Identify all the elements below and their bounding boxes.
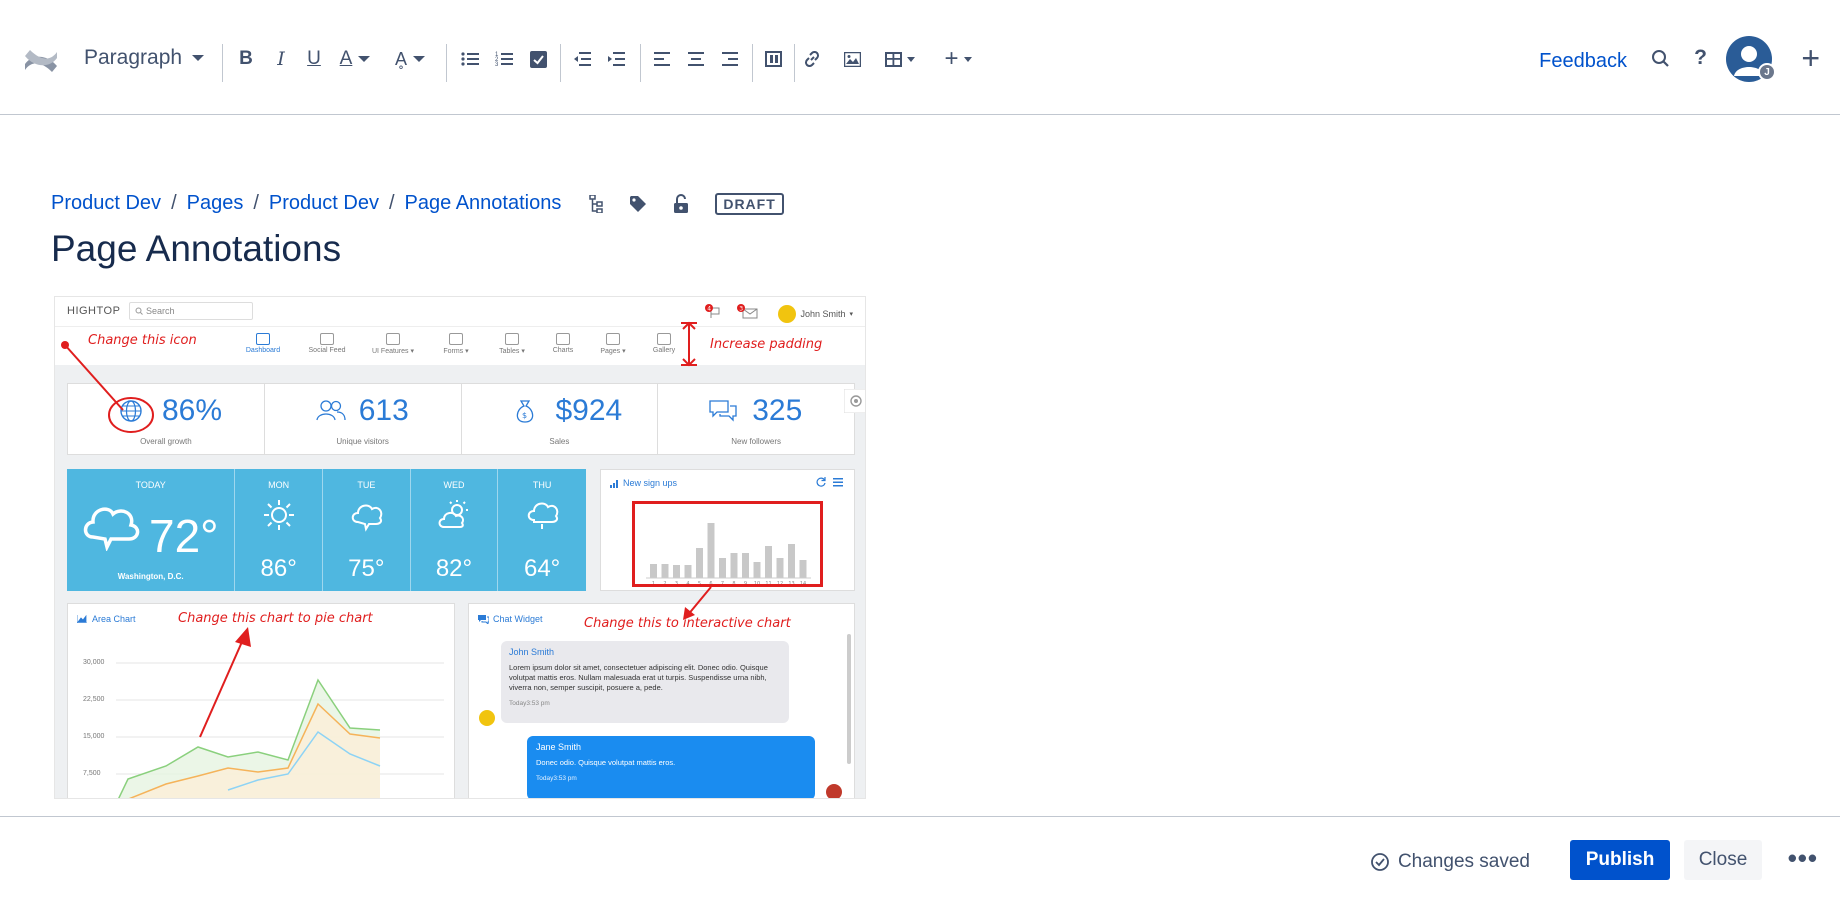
padding-arrow (681, 321, 697, 367)
align-right-icon (722, 52, 738, 66)
breadcrumb-separator: / (388, 192, 395, 214)
indent-icon (608, 52, 625, 66)
close-button[interactable]: Close (1684, 840, 1762, 880)
table-button[interactable] (882, 44, 918, 74)
check-circle-icon (1371, 853, 1389, 871)
annotation-text: Change this chart to pie chart (178, 611, 373, 626)
unlock-icon[interactable] (673, 193, 689, 214)
indent-button[interactable] (604, 44, 628, 74)
annotation-arrow-line (199, 634, 246, 738)
feedback-link[interactable]: Feedback (1539, 50, 1627, 73)
search-icon[interactable] (1651, 49, 1670, 68)
chevron-down-icon (907, 56, 915, 62)
layouts-button[interactable] (760, 44, 786, 74)
numbered-list-button[interactable]: 123 (492, 44, 516, 74)
annotation-layer (61, 321, 712, 738)
toolbar-divider (794, 44, 795, 82)
chevron-down-icon (963, 56, 972, 62)
underline-button[interactable]: U (304, 44, 324, 74)
align-center-button[interactable] (684, 44, 708, 74)
annotation-circle (108, 397, 154, 433)
align-center-icon (688, 52, 704, 66)
italic-button[interactable]: I (271, 44, 291, 74)
plus-icon: + (944, 45, 959, 72)
breadcrumb-item[interactable]: Product Dev (51, 192, 161, 215)
layout-icon (764, 51, 782, 67)
breadcrumb-item[interactable]: Page Annotations (405, 192, 562, 215)
paragraph-style-label: Paragraph (84, 46, 183, 69)
annotation-text: Increase padding (710, 337, 823, 352)
save-status-text: Changes saved (1397, 851, 1530, 872)
checkbox-icon (529, 50, 547, 68)
save-status: Changes saved (1370, 851, 1530, 873)
table-icon (885, 51, 902, 67)
chevron-down-icon (192, 55, 205, 61)
more-formatting-button[interactable]: Ḁ (390, 44, 430, 74)
numbered-list-icon: 123 (495, 52, 513, 67)
page-tree-icon[interactable] (589, 194, 604, 213)
more-options-icon[interactable]: ••• (1788, 843, 1818, 874)
insert-more-button[interactable]: + (940, 44, 976, 74)
help-button[interactable]: ? (1694, 46, 1707, 70)
align-left-button[interactable] (650, 44, 674, 74)
publish-button[interactable]: Publish (1570, 840, 1670, 880)
toolbar-divider (640, 44, 641, 82)
confluence-logo-icon[interactable] (22, 42, 60, 80)
breadcrumb-separator: / (253, 192, 259, 214)
toolbar-divider (222, 44, 223, 82)
editor-toolbar: Paragraph B I U A Ḁ 123 + Feedback ? J … (0, 0, 1840, 115)
chevron-down-icon (358, 56, 371, 62)
toolbar-divider (446, 44, 447, 82)
breadcrumb-item[interactable]: Pages (187, 192, 244, 215)
chevron-down-icon (413, 56, 425, 62)
image-button[interactable] (840, 44, 864, 74)
status-badge: DRAFT (715, 192, 784, 215)
breadcrumb-separator: / (171, 192, 177, 214)
bold-button[interactable]: B (236, 44, 256, 74)
breadcrumb-item[interactable]: Product Dev (269, 192, 379, 215)
editor-footer: Changes saved Publish Close ••• (0, 816, 1840, 900)
outdent-button[interactable] (570, 44, 594, 74)
image-icon (843, 51, 861, 67)
text-color-button[interactable]: A (337, 44, 373, 74)
task-list-button[interactable] (526, 44, 550, 74)
bullet-list-icon (461, 52, 479, 66)
link-button[interactable] (800, 44, 824, 74)
annotation-line (64, 344, 124, 411)
bullet-list-button[interactable] (458, 44, 482, 74)
toolbar-divider (752, 44, 753, 82)
svg-text:3: 3 (495, 62, 499, 67)
align-right-button[interactable] (718, 44, 742, 74)
create-plus-icon[interactable]: + (1801, 40, 1820, 77)
page-meta-actions: DRAFT (589, 192, 784, 215)
outdent-icon (574, 52, 591, 66)
clear-format-icon: Ḁ (394, 48, 407, 69)
annotation-text: Change this icon (88, 333, 197, 348)
toolbar-divider (560, 44, 561, 82)
text-color-icon: A (339, 48, 353, 69)
link-icon (804, 51, 820, 67)
page-title[interactable]: Page Annotations (51, 228, 341, 270)
avatar-badge: J (1758, 63, 1776, 81)
embedded-dashboard-image[interactable]: HIGHTOP Search 4 3 John Smith ▾ Dashboar… (54, 296, 866, 799)
label-tag-icon[interactable] (629, 195, 647, 213)
arrowhead (235, 627, 251, 647)
annotation-text: Change this to interactive chart (584, 616, 791, 631)
paragraph-style-dropdown[interactable]: Paragraph (84, 46, 205, 70)
align-left-icon (654, 52, 670, 66)
breadcrumb: Product Dev / Pages / Product Dev / Page… (51, 192, 784, 215)
